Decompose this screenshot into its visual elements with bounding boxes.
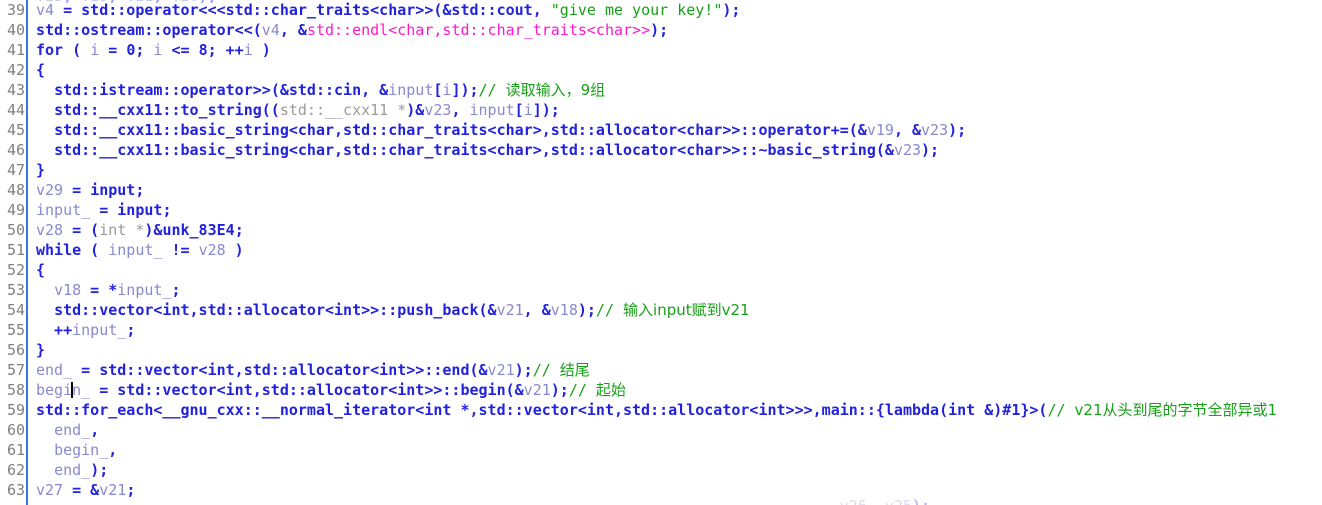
line-number: 54 [6,301,25,319]
line-number: 39 [6,1,25,19]
code-line-48[interactable]: v29 = input; [36,180,1322,200]
line-number: 62 [6,461,25,479]
code-line-41[interactable]: for ( i = 0; i <= 8; ++i ) [36,40,1322,60]
code-line-42[interactable]: { [36,60,1322,80]
line-number: 61 [6,441,25,459]
code-line-44[interactable]: std::__cxx11::to_string((std::__cxx11 *)… [36,100,1322,120]
code-line-43[interactable]: std::istream::operator>>(&std::cin, &inp… [36,80,1322,100]
line-number: 50 [6,221,25,239]
code-area[interactable]: v23, v19, v21, v20); v4 = std::operator<… [28,0,1322,505]
line-number: 51 [6,241,25,259]
code-line-59[interactable]: std::for_each<__gnu_cxx::__normal_iterat… [36,400,1322,420]
line-number: 46 [6,141,25,159]
code-line-57[interactable]: end_ = std::vector<int,std::allocator<in… [36,360,1322,380]
code-line-52[interactable]: { [36,260,1322,280]
code-line-54[interactable]: std::vector<int,std::allocator<int>>::pu… [36,300,1322,320]
line-number: 41 [6,41,25,59]
code-line-46[interactable]: std::__cxx11::basic_string<char,std::cha… [36,140,1322,160]
line-number: 48 [6,181,25,199]
clipped-line-below: v26, v25); [36,496,930,505]
code-line-56[interactable]: } [36,340,1322,360]
line-number: 60 [6,421,25,439]
code-line-61[interactable]: begin_, [36,440,1322,460]
code-line-60[interactable]: end_, [36,420,1322,440]
code-line-47[interactable]: } [36,160,1322,180]
code-line-40[interactable]: std::ostream::operator<<(v4, &std::endl<… [36,20,1322,40]
line-number: 55 [6,321,25,339]
code-line-49[interactable]: input_ = input; [36,200,1322,220]
line-number: 40 [6,21,25,39]
line-number: 52 [6,261,25,279]
line-number-gutter: 39 40 41 42 43 44 45 46 47 48 49 50 51 5… [0,0,28,505]
code-line-39[interactable]: v4 = std::operator<<<std::char_traits<ch… [36,0,1322,20]
code-line-58[interactable]: begin_ = std::vector<int,std::allocator<… [36,380,1322,400]
code-line-51[interactable]: while ( input_ != v28 ) [36,240,1322,260]
code-line-55[interactable]: ++input_; [36,320,1322,340]
line-number: 43 [6,81,25,99]
code-line-62[interactable]: end_); [36,460,1322,480]
pseudocode-editor[interactable]: 39 40 41 42 43 44 45 46 47 48 49 50 51 5… [0,0,1322,505]
line-number: 47 [6,161,25,179]
line-number: 49 [6,201,25,219]
line-number: 44 [6,101,25,119]
code-line-53[interactable]: v18 = *input_; [36,280,1322,300]
code-line-45[interactable]: std::__cxx11::basic_string<char,std::cha… [36,120,1322,140]
line-number: 42 [6,61,25,79]
line-number: 53 [6,281,25,299]
line-number: 56 [6,341,25,359]
code-line-50[interactable]: v28 = (int *)&unk_83E4; [36,220,1322,240]
line-number: 57 [6,361,25,379]
line-number: 59 [6,401,25,419]
line-number: 45 [6,121,25,139]
line-number: 58 [6,381,25,399]
line-number: 63 [6,481,25,499]
